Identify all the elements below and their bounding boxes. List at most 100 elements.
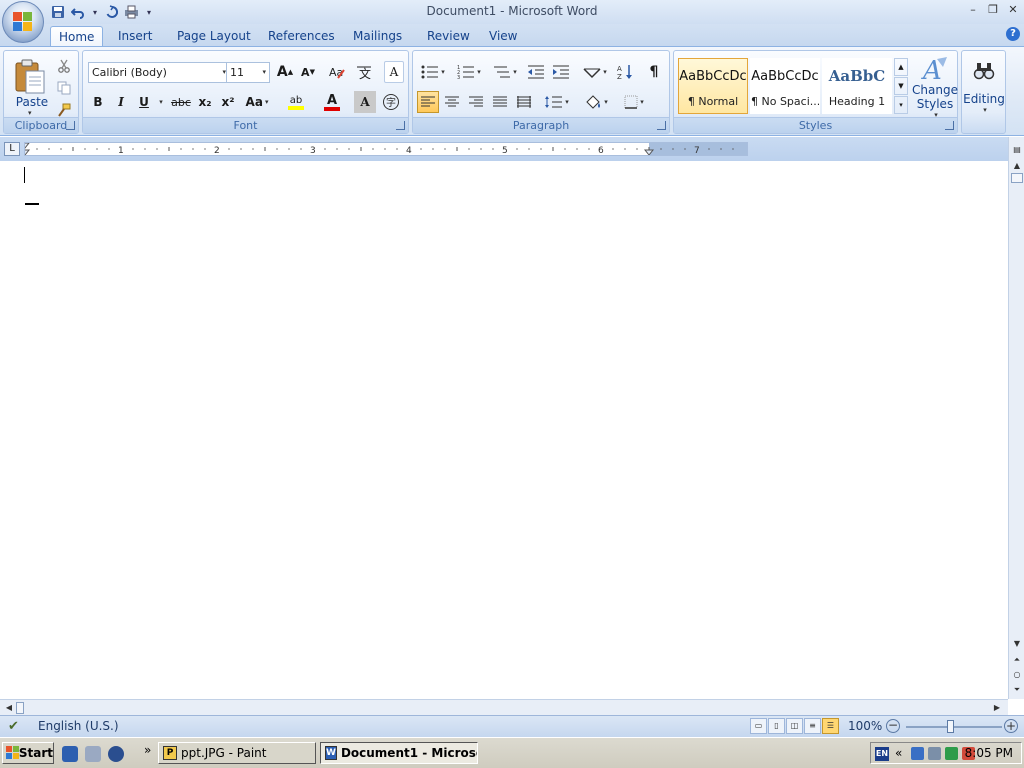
volume-icon[interactable] [928,747,941,760]
office-button[interactable] [2,1,44,43]
zoom-level[interactable]: 100% [848,719,882,733]
quick-launch-more-icon[interactable]: » [144,743,151,757]
style-heading-1[interactable]: AaBbC Heading 1 [822,58,892,114]
full-screen-reading-view-button[interactable]: ▯ [768,718,785,734]
tab-page-layout[interactable]: Page Layout [169,26,259,46]
taskbar-word-button[interactable]: W Document1 - Microso... [320,742,478,764]
show-desktop-icon[interactable] [62,746,78,762]
ruler-toggle-icon[interactable]: ▤ [1010,143,1024,157]
minimize-button[interactable]: – [964,2,982,18]
vertical-scroll-thumb[interactable] [1011,173,1023,183]
tab-references[interactable]: References [260,26,343,46]
styles-scroll-up-icon[interactable]: ▲ [894,58,908,76]
character-shading-button[interactable]: A [354,91,376,113]
align-center-button[interactable] [441,91,463,113]
cut-icon[interactable] [54,55,74,77]
highlight-button[interactable]: ab [279,91,313,113]
scroll-left-icon[interactable]: ◀ [2,701,16,715]
document-area[interactable] [0,161,1008,699]
bullets-button[interactable]: ▾ [417,61,449,83]
input-language-icon[interactable]: EN [875,747,889,761]
show-hidden-icons-icon[interactable]: « [895,746,902,760]
taskbar-paint-button[interactable]: P ppt.JPG - Paint [158,742,316,764]
bold-button[interactable]: B [88,91,108,113]
line-spacing-button[interactable]: ▾ [541,91,573,113]
grow-font-button[interactable]: A ▲ [274,61,296,83]
show-formatting-marks-button[interactable]: ¶ [643,61,665,83]
horizontal-scroll-thumb[interactable] [16,702,24,714]
help-icon[interactable]: ? [1006,27,1020,41]
underline-dropdown-icon[interactable]: ▾ [155,91,165,113]
align-left-button[interactable] [417,91,439,113]
scroll-up-icon[interactable]: ▲ [1010,159,1024,173]
strikethrough-button[interactable]: abc [169,91,193,113]
tab-selector-button[interactable]: L [4,142,20,156]
change-styles-button[interactable]: A Change Styles ▾ [912,55,958,119]
zoom-out-button[interactable]: − [886,719,900,733]
scroll-right-icon[interactable]: ▶ [990,701,1004,715]
clock[interactable]: 8:05 PM [965,746,1013,760]
zoom-slider-thumb[interactable] [947,720,954,733]
shrink-font-button[interactable]: A ▼ [297,61,319,83]
character-border-button[interactable]: A [384,61,404,83]
style-no-spacing[interactable]: AaBbCcDc ¶ No Spaci... [750,58,820,114]
horizontal-ruler[interactable]: 1 2 3 4 5 6 7 [19,142,748,156]
styles-more-icon[interactable]: ▾ [894,96,908,114]
increase-indent-icon[interactable] [550,61,572,83]
next-page-icon[interactable]: ⏷ [1010,683,1024,697]
underline-button[interactable]: U [134,91,154,113]
tab-mailings[interactable]: Mailings [345,26,410,46]
vertical-scrollbar[interactable]: ▤ ▲ ▼ ⏶ ○ ⏷ [1008,137,1024,699]
web-layout-view-button[interactable]: ◫ [786,718,803,734]
draft-view-button[interactable]: ☰ [822,718,839,734]
paragraph-launcher-icon[interactable]: . [657,121,666,130]
font-color-button[interactable]: A [315,91,349,113]
clear-formatting-button[interactable]: Aa [325,61,349,83]
font-launcher-icon[interactable]: . [396,121,405,130]
messenger-icon[interactable] [945,747,958,760]
clipboard-launcher-icon[interactable]: . [66,121,75,130]
change-case-button[interactable]: Aa ▾ [243,91,271,113]
font-size-combobox[interactable]: 11 ▾ [226,62,270,83]
paste-dropdown-icon[interactable]: ▾ [28,109,32,117]
media-player-icon[interactable] [108,746,124,762]
enclose-characters-icon[interactable]: 字 [380,91,402,113]
font-name-combobox[interactable]: Calibri (Body) ▾ [88,62,230,83]
start-button[interactable]: Start [2,742,54,764]
previous-page-icon[interactable]: ⏶ [1010,653,1024,667]
proofing-check-icon[interactable]: ✔ [8,719,19,734]
tab-insert[interactable]: Insert [110,26,160,46]
sort-icon[interactable]: AZ [615,61,637,83]
subscript-button[interactable]: x₂ [195,91,215,113]
distributed-button[interactable] [513,91,535,113]
copy-icon[interactable] [54,77,74,99]
scroll-down-icon[interactable]: ▼ [1010,637,1024,651]
select-browse-object-icon[interactable]: ○ [1010,668,1024,682]
asian-layout-button[interactable]: ▾ [579,61,611,83]
numbering-button[interactable]: 1 2 3 ▾ [453,61,485,83]
justify-button[interactable] [489,91,511,113]
decrease-indent-icon[interactable] [525,61,547,83]
styles-scroll-down-icon[interactable]: ▼ [894,77,908,95]
language-indicator[interactable]: English (U.S.) [38,719,119,733]
style-normal[interactable]: AaBbCcDc ¶ Normal [678,58,748,114]
horizontal-scrollbar[interactable]: ◀ ▶ [0,699,1008,715]
zoom-slider-track[interactable] [906,726,1002,728]
styles-launcher-icon[interactable]: . [945,121,954,130]
restore-button[interactable]: ❐ [984,2,1002,18]
paste-button[interactable]: Paste [14,95,50,109]
superscript-button[interactable]: x² [218,91,238,113]
outline-view-button[interactable]: ≡ [804,718,821,734]
align-right-button[interactable] [465,91,487,113]
shading-button[interactable]: ▾ [579,91,613,113]
borders-button[interactable]: ▾ [617,91,651,113]
zoom-in-button[interactable]: + [1004,719,1018,733]
italic-button[interactable]: I [111,91,131,113]
network-icon[interactable] [911,747,924,760]
phonetic-guide-icon[interactable]: 文 [353,61,375,83]
browser-icon[interactable] [85,746,101,762]
editing-button[interactable]: Editing ▾ [963,57,1005,117]
close-button[interactable]: ✕ [1004,2,1022,18]
tab-home[interactable]: Home [50,26,104,46]
tab-view[interactable]: View [481,26,525,46]
